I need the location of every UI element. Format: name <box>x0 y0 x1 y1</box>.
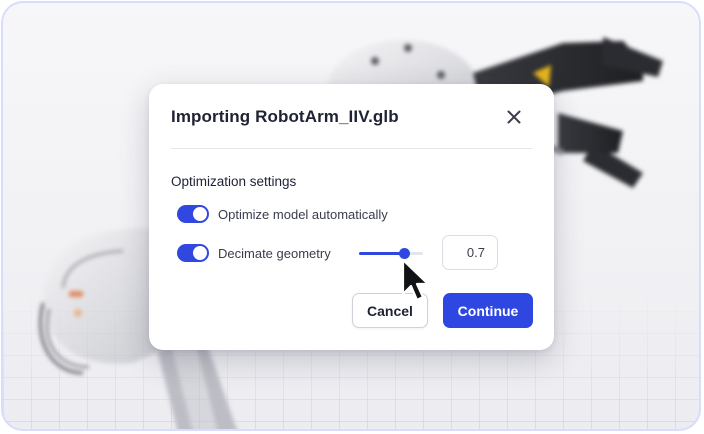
close-icon <box>507 110 521 124</box>
import-dialog: Importing RobotArm_IIV.glb Optimization … <box>149 84 554 350</box>
toggle-knob <box>193 207 207 221</box>
cancel-button[interactable]: Cancel <box>352 293 428 328</box>
dialog-title: Importing RobotArm_IIV.glb <box>171 107 399 126</box>
toggle-knob <box>193 246 207 260</box>
decimate-toggle[interactable] <box>177 244 209 262</box>
divider <box>171 148 532 149</box>
option-row-decimate: Decimate geometry <box>177 244 331 262</box>
optimize-toggle[interactable] <box>177 205 209 223</box>
decimate-label: Decimate geometry <box>218 245 331 261</box>
decimate-slider[interactable] <box>359 248 423 259</box>
close-button[interactable] <box>501 104 527 130</box>
option-row-optimize: Optimize model automatically <box>177 205 388 223</box>
slider-thumb[interactable] <box>398 248 410 259</box>
decimate-value-input[interactable] <box>442 235 498 270</box>
continue-button[interactable]: Continue <box>443 293 533 328</box>
section-title: Optimization settings <box>171 174 297 189</box>
optimize-label: Optimize model automatically <box>218 206 388 222</box>
slider-fill <box>359 252 404 255</box>
